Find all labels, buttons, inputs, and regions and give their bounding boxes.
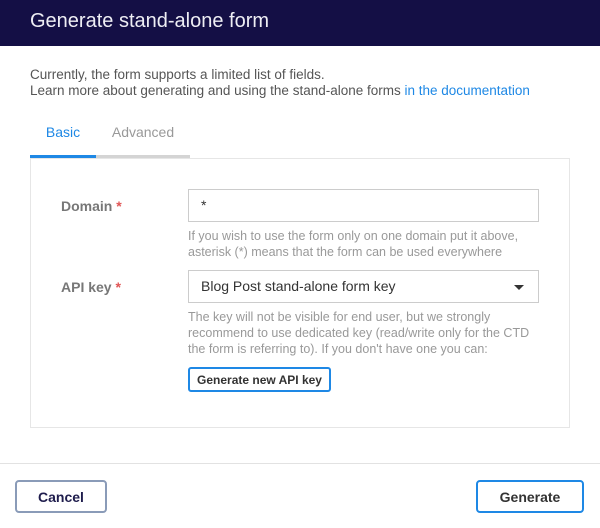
api-key-help: The key will not be visible for end user…: [188, 309, 548, 357]
cancel-button[interactable]: Cancel: [15, 480, 107, 513]
api-key-label: API key *: [61, 279, 121, 295]
domain-label-text: Domain: [61, 198, 113, 214]
api-key-help-line: the form is referring to). If you don't …: [188, 342, 488, 356]
dialog-title: Generate stand-alone form: [30, 10, 270, 32]
domain-help: If you wish to use the form only on one …: [188, 228, 548, 260]
required-marker: *: [115, 279, 121, 295]
documentation-link[interactable]: in the documentation: [405, 83, 530, 98]
domain-help-line: If you wish to use the form only on one …: [188, 229, 519, 243]
domain-help-line: asterisk (*) means that the form can be …: [188, 245, 503, 259]
footer-divider: [0, 463, 600, 464]
tab-basic[interactable]: Basic: [30, 123, 96, 158]
tab-advanced[interactable]: Advanced: [96, 123, 190, 158]
api-key-selected-value: Blog Post stand-alone form key: [201, 278, 396, 294]
intro-line-1: Currently, the form supports a limited l…: [30, 67, 325, 82]
intro-text: Learn more about generating and using th…: [30, 83, 405, 98]
domain-label: Domain *: [61, 198, 122, 214]
api-key-help-line: The key will not be visible for end user…: [188, 310, 491, 324]
api-key-help-line: recommend to use dedicated key (read/wri…: [188, 326, 530, 340]
domain-input[interactable]: *: [188, 189, 539, 222]
api-key-label-text: API key: [61, 279, 112, 295]
intro-line-2: Learn more about generating and using th…: [30, 83, 530, 98]
caret-down-icon: [514, 285, 524, 290]
generate-api-key-button[interactable]: Generate new API key: [188, 367, 331, 392]
api-key-select[interactable]: Blog Post stand-alone form key: [188, 270, 539, 303]
required-marker: *: [116, 198, 122, 214]
generate-button[interactable]: Generate: [476, 480, 584, 513]
